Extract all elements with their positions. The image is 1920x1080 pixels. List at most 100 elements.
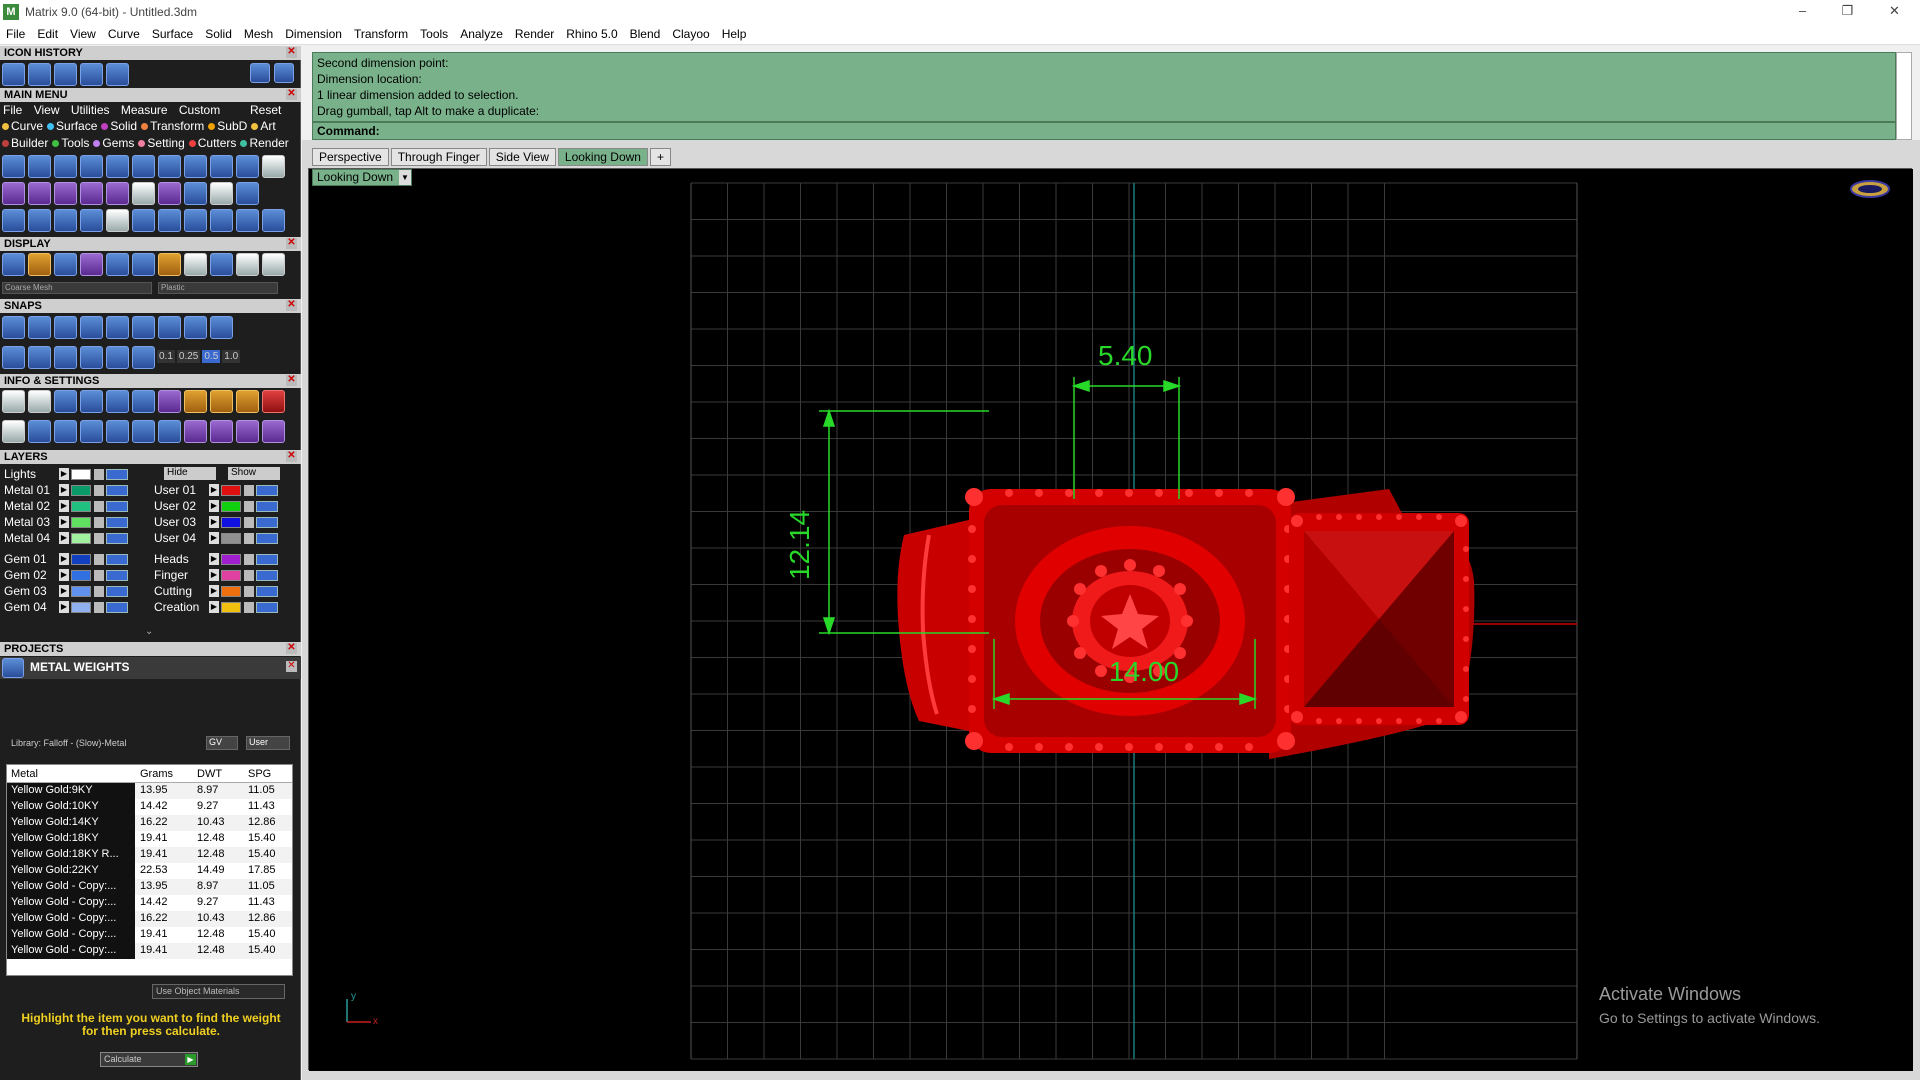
grid-snap-icon[interactable]: [2, 346, 25, 369]
snap-distance[interactable]: 0.25: [176, 350, 201, 363]
layer-row[interactable]: Gem 01 ▶: [4, 552, 128, 566]
mm-file[interactable]: File: [3, 103, 22, 117]
info-icon[interactable]: [80, 390, 103, 413]
use-object-materials-toggle[interactable]: Use Object Materials: [152, 984, 285, 999]
layer-color-swatch[interactable]: [221, 500, 241, 512]
info-icon[interactable]: [158, 420, 181, 443]
lock-icon[interactable]: [94, 500, 104, 512]
visibility-toggle[interactable]: [106, 468, 128, 480]
menu-dimension[interactable]: Dimension: [279, 27, 348, 41]
gv-toggle[interactable]: GV: [206, 736, 238, 750]
visibility-toggle[interactable]: [106, 516, 128, 528]
add-point-icon[interactable]: [2, 182, 25, 205]
history-tool-icon[interactable]: [28, 63, 51, 86]
info-icon[interactable]: [80, 420, 103, 443]
table-row[interactable]: Yellow Gold - Copy:... 13.95 8.97 11.05: [7, 879, 292, 895]
user-toggle[interactable]: User: [246, 736, 290, 750]
layer-row[interactable]: Finger ▶: [154, 568, 278, 582]
material-icon[interactable]: [262, 253, 285, 276]
viewport-canvas[interactable]: [309, 169, 1913, 1071]
display-mode-icon[interactable]: [28, 253, 51, 276]
visibility-toggle[interactable]: [106, 484, 128, 496]
close-icon[interactable]: ✕: [286, 643, 297, 654]
expand-arrow-icon[interactable]: ▶: [209, 500, 219, 512]
info-icon[interactable]: [236, 420, 259, 443]
layer-color-swatch[interactable]: [221, 569, 241, 581]
lock-icon[interactable]: [244, 601, 254, 613]
lock-icon[interactable]: [94, 569, 104, 581]
info-icon[interactable]: [184, 420, 207, 443]
tool-icon[interactable]: [106, 155, 129, 178]
layer-row[interactable]: Metal 02 ▶: [4, 499, 128, 513]
expand-arrow-icon[interactable]: ▶: [209, 532, 219, 544]
tool-icon[interactable]: [54, 155, 77, 178]
lock-icon[interactable]: [244, 484, 254, 496]
layer-color-swatch[interactable]: [221, 516, 241, 528]
lock-icon[interactable]: [94, 516, 104, 528]
snap-distance[interactable]: 0.5: [202, 350, 221, 363]
layers-expand-chevron-icon[interactable]: ⌄: [145, 626, 153, 637]
visibility-toggle[interactable]: [106, 585, 128, 597]
tool-icon[interactable]: [210, 182, 233, 205]
close-icon[interactable]: ✕: [286, 238, 297, 249]
category-art[interactable]: Art: [251, 119, 277, 133]
mm-view[interactable]: View: [34, 103, 60, 117]
layer-color-swatch[interactable]: [221, 532, 241, 544]
wireframe-icon[interactable]: [2, 253, 25, 276]
dimension-label-length[interactable]: 14.00: [1109, 656, 1179, 688]
info-icon[interactable]: [262, 390, 285, 413]
mm-measure[interactable]: Measure: [121, 103, 168, 117]
visibility-toggle[interactable]: [256, 585, 278, 597]
tool-icon[interactable]: [262, 209, 285, 232]
layer-row[interactable]: Gem 04 ▶: [4, 600, 128, 614]
expand-arrow-icon[interactable]: ▶: [59, 500, 69, 512]
layer-color-swatch[interactable]: [221, 601, 241, 613]
snap-icon[interactable]: [28, 346, 51, 369]
close-icon[interactable]: ✕: [286, 375, 297, 386]
history-forward-arrow-icon[interactable]: [274, 63, 294, 83]
history-back-arrow-icon[interactable]: [250, 63, 270, 83]
visibility-toggle[interactable]: [106, 532, 128, 544]
layer-color-swatch[interactable]: [71, 553, 91, 565]
menu-file[interactable]: File: [0, 27, 31, 41]
snap-icon[interactable]: [210, 316, 233, 339]
tool-icon[interactable]: [158, 209, 181, 232]
tool-icon[interactable]: [132, 155, 155, 178]
layer-color-swatch[interactable]: [71, 500, 91, 512]
close-icon[interactable]: ✕: [286, 451, 297, 462]
close-icon[interactable]: ✕: [286, 89, 297, 100]
tab-looking-down[interactable]: Looking Down: [557, 148, 648, 166]
maximize-button[interactable]: ❐: [1825, 0, 1870, 23]
history-tool-icon[interactable]: [54, 63, 77, 86]
layer-color-swatch[interactable]: [71, 516, 91, 528]
expand-arrow-icon[interactable]: ▶: [59, 553, 69, 565]
visibility-toggle[interactable]: [256, 553, 278, 565]
layer-row[interactable]: Gem 03 ▶: [4, 584, 128, 598]
tool-icon[interactable]: [184, 155, 207, 178]
table-row[interactable]: Yellow Gold:18KY R... 19.41 12.48 15.40: [7, 847, 292, 863]
layer-row[interactable]: Metal 01 ▶: [4, 483, 128, 497]
layer-color-swatch[interactable]: [71, 484, 91, 496]
info-icon[interactable]: [236, 390, 259, 413]
layer-row[interactable]: User 02 ▶: [154, 499, 278, 513]
info-icon[interactable]: [106, 390, 129, 413]
lights-layer[interactable]: Lights ▶: [4, 467, 128, 481]
tab-side-view[interactable]: Side View: [488, 148, 556, 166]
category-curve[interactable]: Curve: [2, 119, 45, 133]
menu-help[interactable]: Help: [716, 27, 753, 41]
lock-icon[interactable]: [244, 569, 254, 581]
visibility-toggle[interactable]: [256, 484, 278, 496]
category-cutters[interactable]: Cutters: [188, 136, 239, 150]
dropdown-arrow-icon[interactable]: ▼: [399, 170, 411, 185]
category-render[interactable]: Render: [240, 136, 290, 150]
minimize-button[interactable]: –: [1780, 0, 1825, 23]
material-icon[interactable]: [210, 253, 233, 276]
close-icon[interactable]: ✕: [286, 47, 297, 58]
layer-color-swatch[interactable]: [221, 484, 241, 496]
table-row[interactable]: Yellow Gold:22KY 22.53 14.49 17.85: [7, 863, 292, 879]
layer-row[interactable]: Metal 03 ▶: [4, 515, 128, 529]
menu-solid[interactable]: Solid: [199, 27, 238, 41]
visibility-toggle[interactable]: [106, 601, 128, 613]
layer-row[interactable]: User 04 ▶: [154, 531, 278, 545]
reset-button[interactable]: Reset: [250, 103, 281, 117]
